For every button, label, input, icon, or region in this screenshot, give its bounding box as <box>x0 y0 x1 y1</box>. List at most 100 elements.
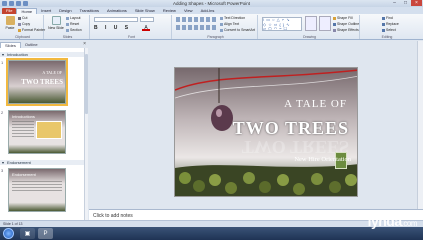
close-icon[interactable]: × <box>83 41 86 47</box>
copy-label: Copy <box>22 22 31 26</box>
shapes-gallery[interactable]: \ ▭ ○ △ ⌐ ↘ ◇ ☆ ⇨ { } ∿ ▱ ⬠ ◠ ⎯ ☐ <box>262 17 302 31</box>
new-slide-button[interactable]: New Slide <box>48 16 64 30</box>
section-label: Section <box>70 28 82 32</box>
section-button[interactable]: Section <box>66 28 82 32</box>
thumb-title-line2: TWO TREES <box>21 78 63 86</box>
replace-label: Replace <box>386 22 399 26</box>
lynda-watermark: lynda.com <box>368 213 418 229</box>
find-label: Find <box>386 16 393 20</box>
list-buttons[interactable] <box>176 17 216 22</box>
scrollbar-thumb[interactable] <box>85 54 88 114</box>
shape-fill-label: Shape Fill <box>337 16 353 20</box>
editor-scrollbar[interactable] <box>417 41 423 209</box>
slide-subtitle[interactable]: New Hire Orientation <box>294 156 351 163</box>
slide-title-reflection: TWO TREES <box>241 137 349 157</box>
align-text-button[interactable]: Align Text <box>220 22 239 26</box>
font-name-box[interactable] <box>94 17 138 22</box>
format-painter-label: Format Painter <box>22 28 46 32</box>
font-size-box[interactable] <box>140 17 154 22</box>
slide-thumbnail[interactable]: Endorsement <box>8 168 66 212</box>
reset-button[interactable]: Reset <box>66 22 79 26</box>
align-text-icon <box>220 22 223 26</box>
outline-icon <box>333 22 336 26</box>
start-button[interactable] <box>3 228 14 239</box>
current-slide[interactable]: A TALE OF TWO TREES TWO TREES New Hire O… <box>174 67 358 197</box>
powerpoint-taskbar-icon[interactable]: P <box>38 228 53 239</box>
find-button[interactable]: Find <box>382 16 393 20</box>
slide-thumbnail[interactable]: Introductions <box>8 110 66 154</box>
thumbnails-scrollbar[interactable] <box>84 48 88 229</box>
slide-number: 3 <box>1 168 4 173</box>
text-direction-button[interactable]: Text Direction <box>220 16 245 20</box>
slides-group-label: Slides <box>62 35 73 39</box>
thumb-image <box>36 121 62 139</box>
font-style-buttons[interactable]: B I U S <box>94 25 131 31</box>
explorer-icon[interactable]: ▣ <box>20 228 35 239</box>
arrange-button[interactable] <box>305 16 317 31</box>
slide-thumbnail[interactable]: A TALE OF TWO TREES <box>6 58 68 106</box>
clipboard-group: Paste Cut Copy Format Painter Clipboard <box>2 15 45 39</box>
section-header[interactable]: Endorsement <box>0 160 84 165</box>
text-direction-icon <box>220 16 223 20</box>
thumb-title: Introductions <box>12 114 35 119</box>
reset-label: Reset <box>70 22 80 26</box>
format-painter-button[interactable]: Format Painter <box>18 28 45 32</box>
slide-number: 1 <box>1 60 4 65</box>
thumb-title: Endorsement <box>12 172 36 177</box>
select-icon <box>382 28 385 32</box>
text-direction-label: Text Direction <box>224 16 246 20</box>
replace-icon <box>382 22 385 26</box>
ribbon-tabs: File Home Insert Design Transitions Anim… <box>0 7 423 14</box>
layout-button[interactable]: Layout <box>66 16 81 20</box>
drawing-group-label: Drawing <box>303 35 316 39</box>
close-button[interactable]: × <box>411 0 422 6</box>
fill-icon <box>333 16 336 20</box>
new-slide-icon <box>51 16 61 25</box>
copy-icon <box>18 22 21 26</box>
copy-button[interactable]: Copy <box>18 22 30 26</box>
paragraph-group: Text Direction Align Text Convert to Sma… <box>174 15 258 39</box>
ribbon: Paste Cut Copy Format Painter Clipboard … <box>0 14 423 40</box>
slides-group: New Slide Layout Reset Section Slides <box>46 15 90 39</box>
maximize-button[interactable]: □ <box>400 0 411 6</box>
shape-outline-label: Shape Outline <box>337 22 360 26</box>
cut-button[interactable]: Cut <box>18 16 27 20</box>
clipboard-group-label: Clipboard <box>15 35 30 39</box>
paragraph-group-label: Paragraph <box>207 35 224 39</box>
section-header[interactable]: Introduction <box>0 52 84 57</box>
slide-title-top[interactable]: A TALE OF <box>284 98 347 110</box>
convert-smartart-button[interactable]: Convert to SmartArt <box>220 28 255 32</box>
slide-count: Slide 1 of 13 <box>3 222 23 226</box>
thumb-title-line1: A TALE OF <box>42 70 62 75</box>
shape-outline-button[interactable]: Shape Outline <box>333 22 359 26</box>
minimize-button[interactable]: – <box>389 0 400 6</box>
align-text-label: Align Text <box>224 22 240 26</box>
quick-styles-button[interactable] <box>319 16 331 31</box>
reset-icon <box>66 22 69 26</box>
select-button[interactable]: Select <box>382 28 396 32</box>
taskbar: ▣ P <box>0 227 423 240</box>
new-slide-label: New Slide <box>48 26 64 30</box>
find-icon <box>382 16 385 20</box>
notes-placeholder: Click to add notes <box>93 213 133 219</box>
replace-button[interactable]: Replace <box>382 22 399 26</box>
paste-button[interactable]: Paste <box>4 16 16 30</box>
editing-group-label: Editing <box>381 35 393 39</box>
select-label: Select <box>386 28 396 32</box>
layout-label: Layout <box>70 16 81 20</box>
font-group: B I U S A Font <box>92 15 172 39</box>
slide-thumbnails-pane[interactable]: Introduction 1 A TALE OF TWO TREES 2 Int… <box>0 48 88 229</box>
smartart-icon <box>220 28 223 32</box>
align-buttons[interactable] <box>176 25 216 30</box>
shape-effects-button[interactable]: Shape Effects <box>333 28 359 32</box>
shape-fill-button[interactable]: Shape Fill <box>333 16 353 20</box>
section-icon <box>66 28 69 32</box>
status-bar: Slide 1 of 13 <box>0 220 423 227</box>
scissors-icon <box>18 16 21 20</box>
font-color-icon[interactable]: A <box>142 25 150 31</box>
slide-number: 2 <box>1 110 4 115</box>
slide-editor: A TALE OF TWO TREES TWO TREES New Hire O… <box>89 41 423 209</box>
paste-label: Paste <box>5 26 15 30</box>
watermark-suffix: .com <box>401 219 418 228</box>
title-bar: Adding Shapes - Microsoft PowerPoint – □… <box>0 0 423 7</box>
